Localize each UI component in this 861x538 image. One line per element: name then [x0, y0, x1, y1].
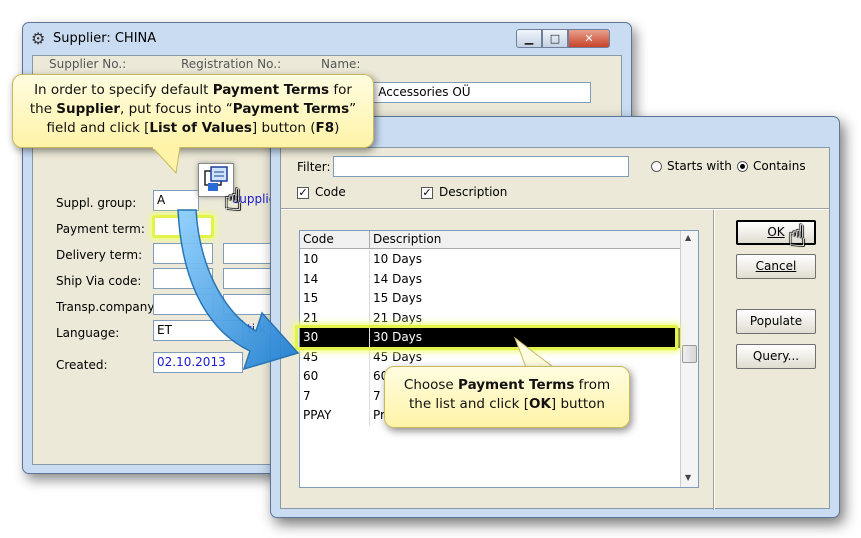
hand-pointer-ok-icon: ☝ [788, 219, 807, 254]
selected-row-highlight [295, 325, 678, 350]
populate-button[interactable]: Populate [736, 309, 816, 334]
filter-label: Filter: [297, 160, 331, 174]
name-label: Name: [321, 57, 361, 71]
divider [281, 208, 829, 210]
code-checkbox[interactable]: ✓ [297, 187, 309, 199]
vertical-divider [713, 210, 715, 510]
cancel-button[interactable]: Cancel [736, 254, 816, 279]
close-button[interactable]: ✕ [568, 29, 610, 48]
language-label: Language: [56, 326, 120, 340]
cell-code: 14 [300, 269, 370, 289]
filter-input[interactable] [333, 156, 629, 177]
values-list[interactable]: Code Description 10 10 Days 14 14 Days 15 15 … [299, 230, 699, 488]
cancel-button-label: Cancel [755, 259, 797, 273]
name-field[interactable]: e Accessories OÜ [363, 82, 591, 103]
callout-top-pointer [151, 147, 181, 175]
cell-code: 60 [300, 367, 370, 387]
registration-no-label: Registration No.: [181, 57, 282, 71]
callout-top-line2: the Supplier, put focus into “Payment Te… [29, 101, 357, 117]
supplier-no-label: Supplier No.: [49, 57, 127, 71]
created-label: Created: [56, 358, 108, 372]
cell-description: 14 Days [373, 271, 423, 286]
list-row[interactable]: 10 10 Days [300, 250, 680, 270]
transp-company-label: Transp.company: [56, 300, 158, 314]
lov-window: Filter: Starts with Contains ✓ Code ✓ De… [270, 116, 840, 518]
gear-app-icon: ⚙ [31, 29, 46, 48]
curved-arrow-icon [177, 209, 300, 371]
starts-with-radio[interactable] [651, 161, 662, 172]
delivery-term-label: Delivery term: [56, 248, 143, 262]
code-checkbox-label: Code [315, 185, 346, 199]
instruction-callout-top: In order to specify default Payment Term… [12, 74, 374, 148]
callout-bottom-line2: the list and click [OK] button [408, 396, 605, 412]
cell-description: 15 Days [373, 291, 423, 305]
callout-top-line1: In order to specify default Payment Term… [34, 82, 352, 98]
list-row[interactable]: 45 45 Days [300, 347, 680, 367]
column-header-code[interactable]: Code [300, 231, 370, 249]
contains-label: Contains [753, 159, 806, 173]
ship-via-label: Ship Via code: [56, 274, 142, 288]
description-checkbox-label: Description [439, 185, 508, 199]
scroll-thumb[interactable] [682, 345, 697, 363]
query-button[interactable]: Query... [736, 344, 816, 369]
list-scrollbar[interactable]: ▲ ▼ [680, 231, 698, 487]
instruction-callout-bottom: Choose Payment Terms from the list and c… [384, 366, 630, 428]
contains-radio[interactable] [737, 161, 748, 172]
callout-bottom-pointer [513, 336, 558, 370]
column-header-description[interactable]: Description [370, 231, 680, 249]
scroll-down-icon[interactable]: ▼ [685, 473, 691, 482]
description-checkbox[interactable]: ✓ [421, 187, 433, 199]
cell-code: PPAY [300, 406, 370, 426]
callout-top-line3: field and click [List of Values] button … [46, 120, 340, 136]
ok-button-label: OK [767, 225, 785, 239]
list-row[interactable]: 14 14 Days [300, 269, 680, 289]
cell-code: 7 [300, 386, 370, 406]
starts-with-label: Starts with [667, 159, 732, 173]
minimize-button[interactable]: ▁ [516, 29, 542, 48]
cell-code: 10 [300, 250, 370, 270]
window-title: Supplier: CHINA [53, 31, 157, 46]
window-controls: ▁ □ ✕ [516, 29, 610, 48]
cell-description: 10 Days [373, 252, 423, 266]
maximize-button[interactable]: □ [542, 29, 568, 48]
cell-code: 45 [300, 347, 370, 367]
list-header: Code Description [300, 231, 680, 249]
cell-code: 15 [300, 289, 370, 309]
callout-bottom-line1: Choose Payment Terms from [403, 377, 611, 393]
suppl-group-label: Suppl. group: [56, 196, 137, 210]
payment-term-label: Payment term: [56, 222, 145, 236]
list-row[interactable]: 15 15 Days [300, 289, 680, 309]
title-bar[interactable]: ⚙ Supplier: CHINA ▁ □ ✕ [23, 23, 631, 53]
scroll-up-icon[interactable]: ▲ [685, 233, 691, 242]
